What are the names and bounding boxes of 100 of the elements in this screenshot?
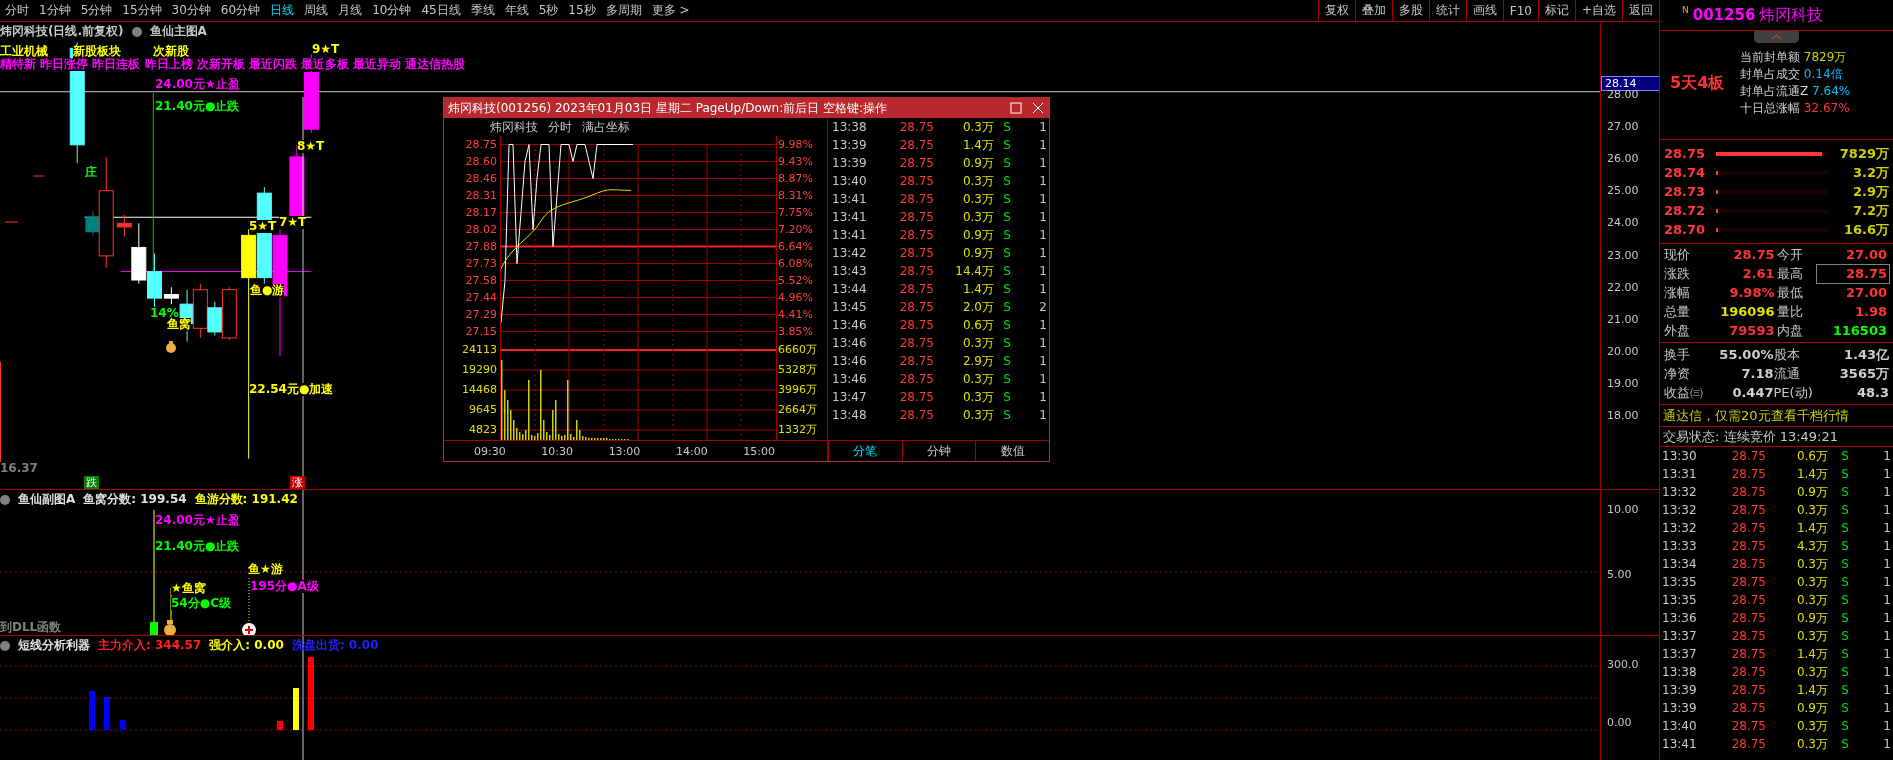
tick-price: 28.75	[1730, 736, 1766, 753]
period-tab[interactable]: 30分钟	[166, 2, 216, 19]
tick-volume: 1.4万	[1795, 646, 1828, 663]
tick-price: 28.75	[898, 155, 934, 172]
tick-count: 1	[1882, 736, 1892, 753]
tick-time: 13:35	[1662, 574, 1698, 591]
indicator-name[interactable]: 鱼仙主图A	[149, 23, 207, 40]
seal-label: 十日总涨幅	[1740, 101, 1800, 115]
tick-time: 13:39	[832, 137, 868, 154]
tick-time: 13:46	[832, 353, 868, 370]
period-tab[interactable]: 日线	[265, 2, 300, 19]
tick-volume: 1.4万	[961, 281, 994, 298]
tick-time: 13:33	[1662, 538, 1698, 555]
tick-side: S	[1002, 245, 1012, 262]
price-axis-label: 28.60	[464, 154, 497, 170]
value-axis-label: 0.00	[1607, 716, 1632, 729]
stock-code: 001256	[1692, 6, 1756, 24]
quote-value: 27.00	[1844, 246, 1888, 264]
quote-label: 涨幅	[1664, 284, 1691, 302]
volume-axis-label: 9645	[468, 402, 497, 418]
quote-value: 3565万	[1838, 365, 1889, 383]
tick-count: 1	[1882, 610, 1892, 627]
indicator-icon[interactable]	[0, 640, 10, 651]
tick-time: 13:47	[832, 389, 868, 406]
tick-side: S	[1002, 389, 1012, 406]
period-tab[interactable]: 15分钟	[117, 2, 167, 19]
period-tab[interactable]: 周线	[299, 2, 334, 19]
period-tab[interactable]: 分时	[0, 2, 34, 19]
tick-side: S	[1002, 227, 1012, 244]
indicator-icon[interactable]	[0, 494, 10, 505]
percent-axis-label: 5.52%	[778, 273, 814, 289]
tick-side: S	[1840, 556, 1850, 573]
period-tab[interactable]: 5分钟	[75, 2, 118, 19]
tick-side: S	[1840, 502, 1850, 519]
quote-label: 涨跌	[1664, 265, 1691, 283]
bid-volume: 16.6万	[1842, 220, 1889, 239]
quote-label: 换手	[1664, 346, 1691, 364]
tick-side: S	[1840, 700, 1850, 717]
quote-value: 55.00%	[1718, 346, 1774, 364]
period-tab[interactable]: 1分钟	[34, 2, 76, 19]
value-axis-label: 5.00	[1607, 568, 1632, 581]
period-tab[interactable]: 15秒	[563, 2, 601, 19]
quote-label: 流通	[1773, 365, 1801, 383]
amount-axis-label: 2664万	[778, 402, 818, 418]
tick-price: 28.75	[1730, 610, 1766, 627]
chart-annotation: 新股板块	[73, 45, 121, 58]
period-tab[interactable]: 年线	[499, 2, 534, 19]
quote-value: 48.3	[1855, 384, 1889, 402]
maximize-icon[interactable]	[1009, 101, 1023, 115]
period-tab[interactable]: 10分钟	[367, 2, 417, 19]
period-tab[interactable]: 60分钟	[215, 2, 266, 19]
period-tab[interactable]: 5秒	[533, 2, 564, 19]
chart-annotation: 鱼窝	[167, 318, 191, 331]
indicator-reading: 洗盘出货: 0.00	[291, 637, 379, 654]
quote-value: 2.61	[1741, 265, 1776, 283]
chart-annotation: 21.40元●止跌	[155, 540, 240, 553]
percent-axis-label: 9.98%	[778, 137, 814, 153]
quote-label: PE(动)	[1773, 384, 1814, 402]
tick-price: 28.75	[1730, 448, 1766, 465]
tick-time: 13:46	[832, 371, 868, 388]
tick-volume: 0.3万	[961, 173, 994, 190]
tick-price: 28.75	[898, 389, 934, 406]
price-axis-label: 24.00	[1607, 216, 1639, 230]
tick-count: 1	[1038, 407, 1048, 424]
promo-banner[interactable]: 通达信，仅需20元查看千档行情	[1660, 405, 1893, 427]
tick-time: 13:41	[832, 227, 868, 244]
quote-value: 1.43亿	[1842, 346, 1889, 364]
tick-side: S	[1840, 736, 1850, 753]
window-title: 炜冈科技(001256) 2023年01月03日 星期二 PageUp/Down:前后日 空格键:操作	[448, 99, 889, 117]
seal-value: 32.67%	[1803, 101, 1850, 115]
amount-axis-label: 5328万	[778, 362, 818, 378]
tick-time: 13:41	[832, 209, 868, 226]
price-axis-label: 23.00	[1607, 248, 1639, 262]
tick-volume: 1.4万	[1795, 520, 1828, 537]
tick-side: S	[1840, 520, 1850, 537]
tick-volume: 0.3万	[1795, 628, 1828, 645]
period-tab[interactable]: 多周期	[600, 2, 647, 19]
time-axis-label: 14:00	[675, 444, 708, 458]
tick-time: 13:31	[1662, 466, 1698, 483]
time-axis-label: 13:00	[608, 444, 641, 458]
tick-side: S	[1840, 592, 1850, 609]
quote-label: 收益㈢	[1664, 384, 1704, 402]
tick-count: 1	[1882, 718, 1892, 735]
quote-label: 股本	[1773, 346, 1801, 364]
indicator-icon[interactable]	[131, 26, 142, 37]
tick-price: 28.75	[1730, 502, 1766, 519]
period-tab[interactable]: 月线	[333, 2, 368, 19]
close-icon[interactable]	[1031, 101, 1045, 115]
tick-side: S	[1840, 646, 1850, 663]
chart-annotation: 24.00元★止盈	[155, 514, 240, 527]
bid-price: 28.75	[1664, 146, 1707, 161]
money-bag-icon	[165, 340, 177, 354]
tick-side: S	[1840, 610, 1850, 627]
period-tab[interactable]: 更多 >	[646, 2, 695, 19]
period-tab[interactable]: 季线	[465, 2, 500, 19]
tick-volume: 0.3万	[1795, 718, 1828, 735]
period-tab[interactable]: 45日线	[416, 2, 466, 19]
tick-volume: 1.4万	[961, 137, 994, 154]
quote-label: 现价	[1664, 246, 1691, 264]
tick-price: 28.75	[1730, 484, 1766, 501]
